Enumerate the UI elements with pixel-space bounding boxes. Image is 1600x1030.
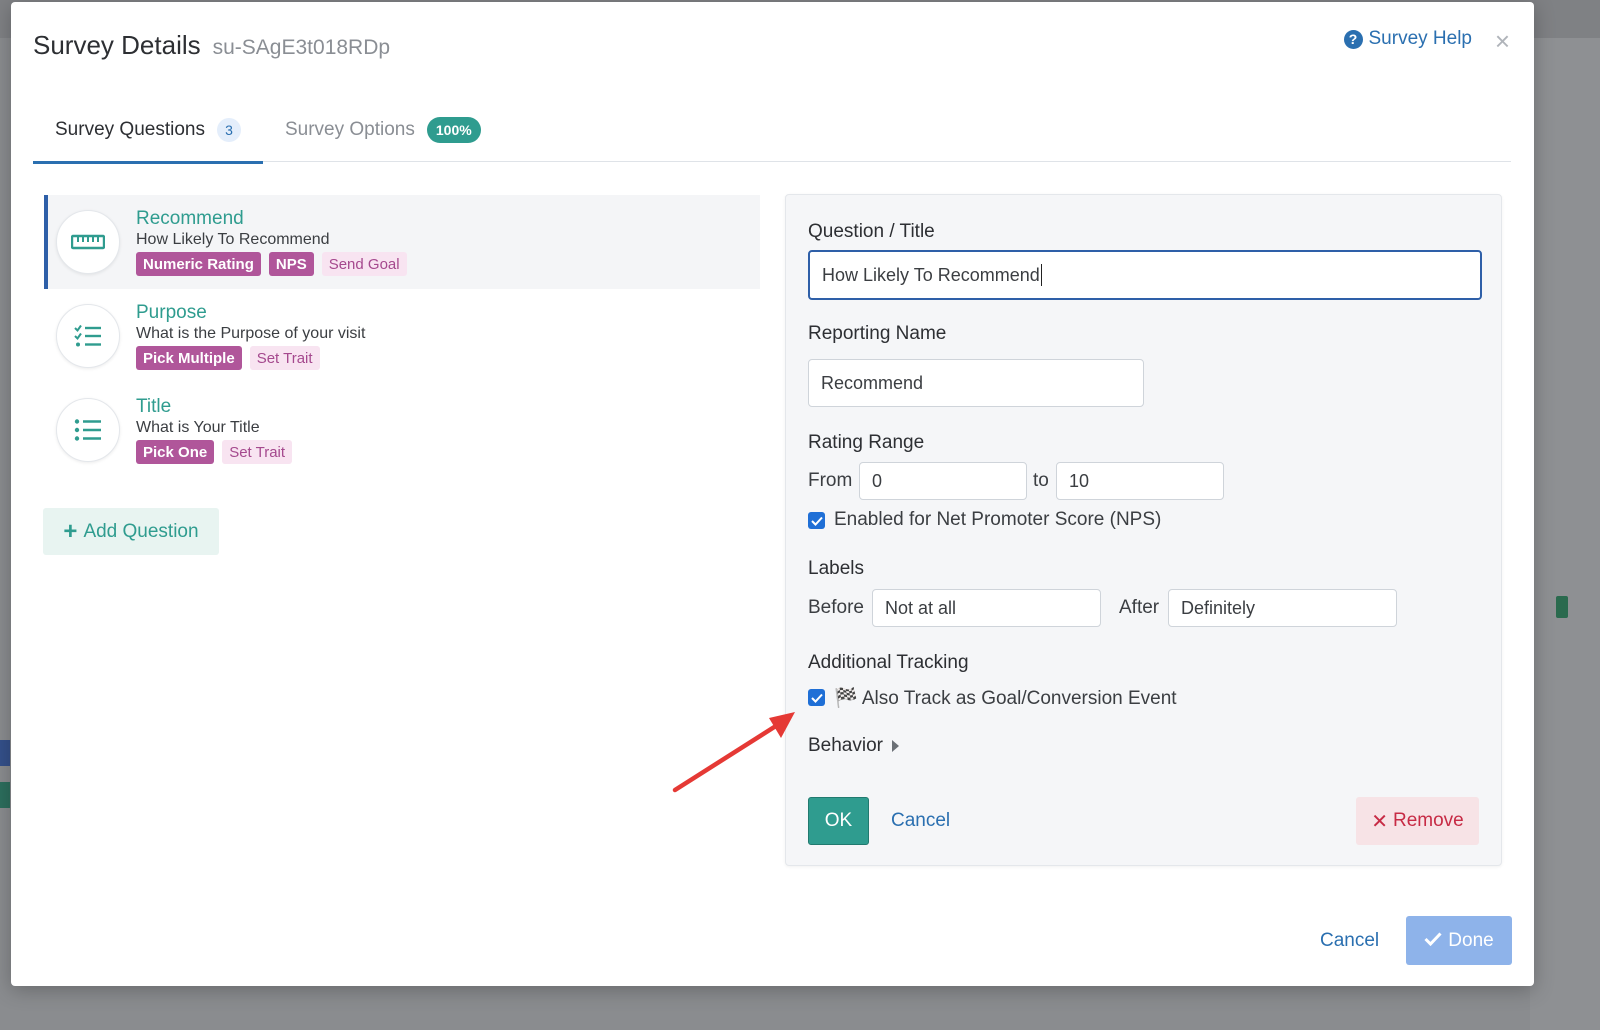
before-label: Before <box>808 597 864 618</box>
tag-nps: NPS <box>268 252 314 276</box>
labels-label: Labels <box>808 558 864 579</box>
question-count-badge: 3 <box>216 118 241 142</box>
done-button[interactable]: Done <box>1406 916 1512 965</box>
nps-checkbox-label: Enabled for Net Promoter Score (NPS) <box>834 509 1162 530</box>
question-text: Purpose What is the Purpose of your visi… <box>136 302 365 370</box>
add-question-label: Add Question <box>83 520 199 542</box>
question-tags: Pick One Set Trait <box>136 440 293 464</box>
survey-id: su-SAgE3t018RDp <box>212 36 391 59</box>
remove-question-button[interactable]: ✕ Remove <box>1356 797 1479 845</box>
behavior-label: Behavior <box>808 735 883 756</box>
range-from-value: 0 <box>872 470 883 491</box>
question-title-label: Question / Title <box>808 221 935 242</box>
after-label-value: Definitely <box>1181 597 1256 618</box>
done-label: Done <box>1448 929 1494 951</box>
background-right-green-bar <box>1556 596 1568 618</box>
editor-cancel-link[interactable]: Cancel <box>891 810 950 832</box>
tab-survey-options[interactable]: Survey Options 100% <box>263 98 503 162</box>
reporting-name-input[interactable]: Recommend <box>808 359 1144 407</box>
survey-help-link[interactable]: ? Survey Help <box>1343 28 1473 50</box>
range-from-input[interactable]: 0 <box>859 462 1027 500</box>
question-name: Title <box>136 396 172 417</box>
question-item-title[interactable]: Title What is Your Title Pick One Set Tr… <box>44 383 760 477</box>
background-right-panel <box>1530 38 1600 1030</box>
tab-bar: Survey Questions 3 Survey Options 100% <box>33 98 1511 164</box>
reporting-name-value: Recommend <box>821 372 924 393</box>
caret-right-icon <box>892 740 899 752</box>
question-list: Recommend How Likely To Recommend Numeri… <box>44 195 760 477</box>
survey-help-label: Survey Help <box>1368 28 1473 49</box>
question-item-purpose[interactable]: Purpose What is the Purpose of your visi… <box>44 289 760 383</box>
tag-pick-one: Pick One <box>136 440 215 464</box>
ruler-icon <box>56 210 120 274</box>
question-text: Recommend How Likely To Recommend Numeri… <box>136 208 407 276</box>
plus-icon: + <box>63 517 78 545</box>
question-text: Title What is Your Title Pick One Set Tr… <box>136 396 293 464</box>
goal-tracking-checkbox-label: 🏁 Also Track as Goal/Conversion Event <box>834 688 1177 709</box>
footer-cancel-link[interactable]: Cancel <box>1320 930 1379 952</box>
question-title-input[interactable]: How Likely To Recommend <box>808 250 1482 300</box>
background-left-blue-bar <box>0 740 10 766</box>
range-to-value: 10 <box>1069 470 1090 491</box>
background-left-green-bar <box>0 782 10 808</box>
tag-set-trait: Set Trait <box>249 346 320 370</box>
add-question-button[interactable]: + Add Question <box>43 508 219 555</box>
annotation-arrow-icon <box>672 712 795 793</box>
question-tags: Pick Multiple Set Trait <box>136 346 365 370</box>
question-item-recommend[interactable]: Recommend How Likely To Recommend Numeri… <box>44 195 760 289</box>
additional-tracking-label: Additional Tracking <box>808 652 969 673</box>
remove-label: Remove <box>1393 810 1464 831</box>
remove-x-icon: ✕ <box>1371 810 1388 833</box>
before-label-value: Not at all <box>885 597 957 618</box>
checklist-icon <box>56 304 120 368</box>
question-description: How Likely To Recommend <box>136 231 330 248</box>
list-icon <box>56 398 120 462</box>
question-name: Purpose <box>136 302 207 323</box>
text-cursor <box>1040 264 1042 286</box>
tag-send-goal: Send Goal <box>321 252 407 276</box>
to-label: to <box>1033 470 1049 491</box>
tag-set-trait: Set Trait <box>222 440 293 464</box>
after-label: After <box>1119 597 1160 618</box>
range-to-input[interactable]: 10 <box>1056 462 1224 500</box>
tab-survey-questions[interactable]: Survey Questions 3 <box>33 98 263 164</box>
tag-numeric-rating: Numeric Rating <box>136 252 261 276</box>
tab-label: Survey Questions <box>55 119 205 140</box>
question-editor-panel: Question / Title How Likely To Recommend… <box>785 194 1502 866</box>
question-description: What is Your Title <box>136 419 260 436</box>
tab-label: Survey Options <box>284 119 415 140</box>
tag-pick-multiple: Pick Multiple <box>136 346 242 370</box>
survey-details-modal: Survey Details su-SAgE3t018RDp ? Survey … <box>11 2 1534 986</box>
after-label-input[interactable]: Definitely <box>1168 589 1397 627</box>
before-label-input[interactable]: Not at all <box>872 589 1101 627</box>
question-tags: Numeric Rating NPS Send Goal <box>136 252 407 276</box>
check-icon <box>1424 930 1442 952</box>
nps-checkbox[interactable] <box>808 512 825 529</box>
options-progress-badge: 100% <box>426 117 481 143</box>
question-title-value: How Likely To Recommend <box>822 264 1040 285</box>
ok-button[interactable]: OK <box>808 797 869 845</box>
behavior-toggle[interactable]: Behavior <box>808 735 899 757</box>
from-label: From <box>808 470 853 491</box>
close-icon[interactable]: × <box>1495 28 1510 54</box>
reporting-name-label: Reporting Name <box>808 323 947 344</box>
question-description: What is the Purpose of your visit <box>136 325 366 342</box>
modal-title: Survey Details <box>33 30 201 60</box>
question-circle-icon: ? <box>1343 29 1363 49</box>
question-name: Recommend <box>136 208 244 229</box>
modal-header: Survey Details su-SAgE3t018RDp <box>33 30 390 61</box>
rating-range-label: Rating Range <box>808 432 925 453</box>
